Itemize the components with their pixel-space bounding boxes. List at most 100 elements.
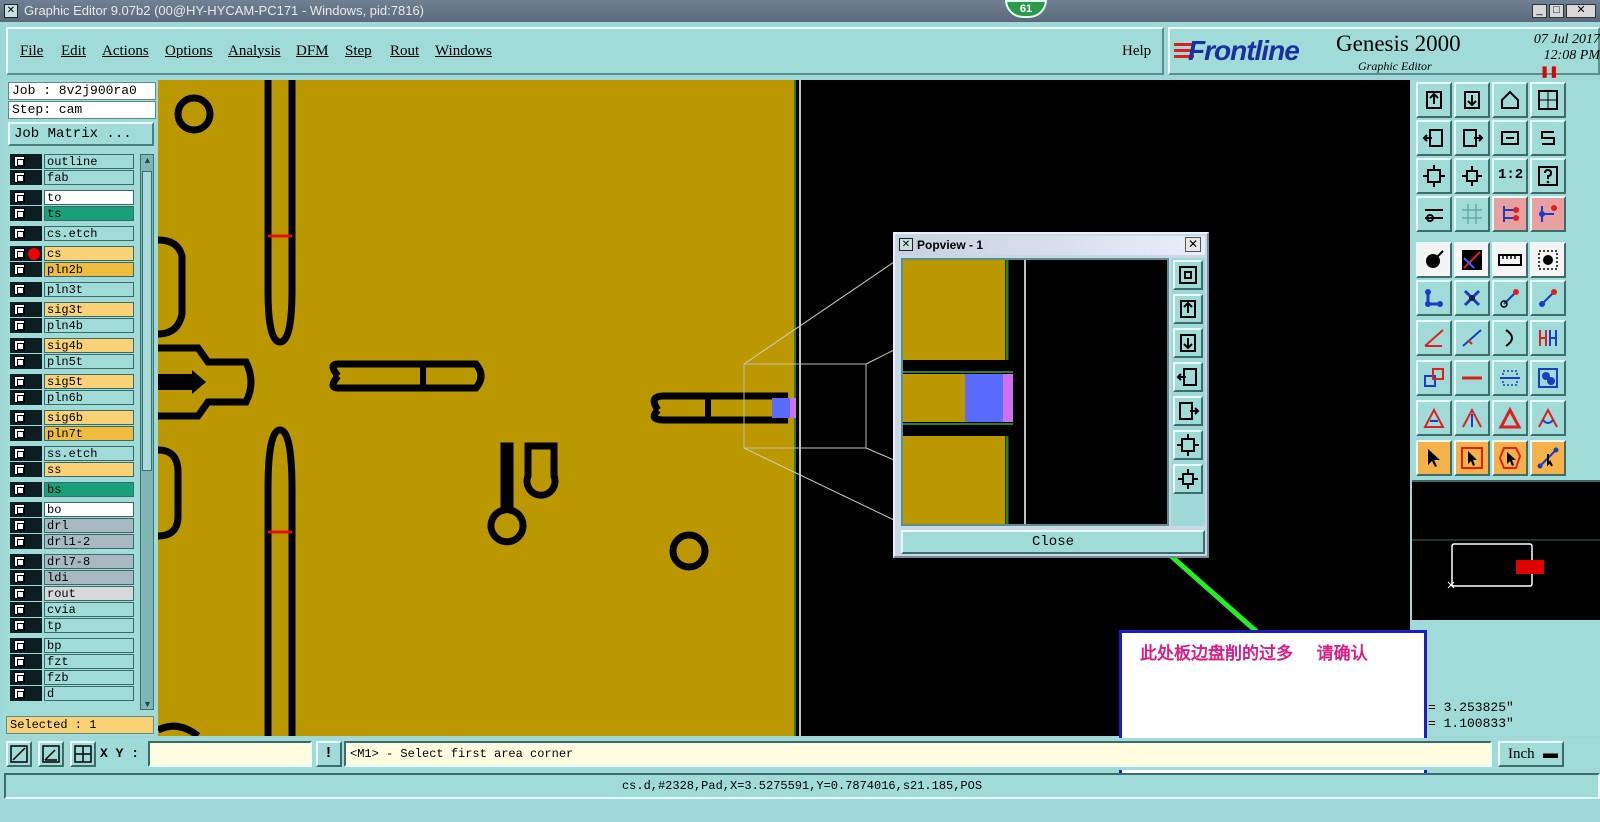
menu-edit[interactable]: Edit (61, 43, 86, 60)
menu-options[interactable]: Options (165, 43, 213, 60)
zoom-center-icon[interactable] (1454, 158, 1490, 194)
overview-minimap[interactable] (1412, 480, 1600, 620)
xy-input[interactable] (148, 741, 312, 767)
menu-analysis[interactable]: Analysis (228, 43, 281, 60)
layer-checkbox[interactable] (14, 604, 25, 615)
help-question-icon[interactable] (1530, 158, 1566, 194)
popview-zoom-in-icon[interactable] (1173, 294, 1203, 324)
layer-row-bo[interactable]: bo (10, 502, 134, 517)
layer-name[interactable]: outline (44, 154, 134, 169)
minimize-button[interactable]: _ (1532, 4, 1547, 18)
arc-tool-icon[interactable] (1492, 320, 1528, 356)
delete-node-icon[interactable] (1454, 280, 1490, 316)
select-pointer-icon[interactable] (1416, 440, 1452, 476)
layer-row-pln4b[interactable]: pln4b (10, 318, 134, 333)
snap-center-icon[interactable] (70, 741, 96, 767)
measure-tool-icon[interactable] (1416, 196, 1452, 232)
layer-checkbox[interactable] (14, 620, 25, 631)
layer-checkbox[interactable] (14, 156, 25, 167)
snap-net-icon[interactable] (1492, 196, 1528, 232)
layer-checkbox[interactable] (14, 672, 25, 683)
surface-outline-icon[interactable] (1492, 400, 1528, 436)
layer-name[interactable]: fab (44, 170, 134, 185)
popview-zoom-out-icon[interactable] (1173, 328, 1203, 358)
layer-row-pln5t[interactable]: pln5t (10, 354, 134, 369)
pan-right-icon[interactable] (1454, 120, 1490, 156)
snap-angle-icon[interactable] (38, 741, 64, 767)
layer-checkbox[interactable] (14, 412, 25, 423)
popview-pan-left-icon[interactable] (1173, 362, 1203, 392)
layer-checkbox[interactable] (14, 656, 25, 667)
layer-row-pln2b[interactable]: pln2b (10, 262, 134, 277)
connect-nodes-icon[interactable] (1416, 280, 1452, 316)
select-in-box-icon[interactable] (1454, 440, 1490, 476)
grid-toggle-icon[interactable] (1454, 196, 1490, 232)
snap-point-icon[interactable] (1530, 196, 1566, 232)
layer-name[interactable]: fzt (44, 654, 134, 669)
layer-checkbox[interactable] (14, 392, 25, 403)
home-view-icon[interactable] (1492, 82, 1528, 118)
layer-name[interactable]: tp (44, 618, 134, 633)
layer-row-d[interactable]: d (10, 686, 134, 701)
zoom-fit-icon[interactable] (1416, 158, 1452, 194)
layer-checkbox[interactable] (14, 448, 25, 459)
window-close-button[interactable]: ✕ (1566, 4, 1596, 18)
layer-row-sig3t[interactable]: sig3t (10, 302, 134, 317)
select-area-icon[interactable] (1530, 242, 1566, 278)
layer-row-pln3t[interactable]: pln3t (10, 282, 134, 297)
add-node-icon[interactable] (1530, 280, 1566, 316)
grid-view-icon[interactable] (1530, 82, 1566, 118)
layer-name[interactable]: bs (44, 482, 134, 497)
layer-name[interactable]: bp (44, 638, 134, 653)
layer-row-sig4b[interactable]: sig4b (10, 338, 134, 353)
scroll-down-icon[interactable]: ▼ (143, 699, 152, 709)
layer-name[interactable]: to (44, 190, 134, 205)
layer-checkbox[interactable] (14, 340, 25, 351)
layer-checkbox[interactable] (14, 536, 25, 547)
layer-checkbox[interactable] (14, 192, 25, 203)
layer-checkbox[interactable] (14, 284, 25, 295)
layer-row-drl7-8[interactable]: drl7-8 (10, 554, 134, 569)
layer-row-to[interactable]: to (10, 190, 134, 205)
layer-row-pln6b[interactable]: pln6b (10, 390, 134, 405)
layer-row-ts[interactable]: ts (10, 206, 134, 221)
layer-name[interactable]: bo (44, 502, 134, 517)
selected-pad[interactable] (772, 398, 790, 418)
layer-row-ss.etch[interactable]: ss.etch (10, 446, 134, 461)
menu-step[interactable]: Step (345, 43, 372, 60)
layer-row-tp[interactable]: tp (10, 618, 134, 633)
warning-icon[interactable]: ! (316, 741, 342, 767)
layer-row-fzb[interactable]: fzb (10, 670, 134, 685)
scroll-up-icon[interactable]: ▲ (143, 155, 152, 165)
layer-checkbox[interactable] (14, 208, 25, 219)
layer-checkbox[interactable] (14, 248, 25, 259)
layer-checkbox[interactable] (14, 588, 25, 599)
cut-tool-icon[interactable] (1454, 242, 1490, 278)
layer-row-outline[interactable]: outline (10, 154, 134, 169)
pause-icon[interactable]: ❚❚ (1540, 65, 1558, 78)
layer-name[interactable]: sig4b (44, 338, 134, 353)
move-node-icon[interactable] (1492, 280, 1528, 316)
layer-name[interactable]: ldi (44, 570, 134, 585)
pad-edit-icon[interactable] (1416, 242, 1452, 278)
layer-name[interactable]: cvia (44, 602, 134, 617)
layer-row-sig6b[interactable]: sig6b (10, 410, 134, 425)
popview-center-icon[interactable] (1173, 464, 1203, 494)
layer-row-fzt[interactable]: fzt (10, 654, 134, 669)
menu-file[interactable]: File (20, 43, 43, 60)
menu-actions[interactable]: Actions (102, 43, 149, 60)
layer-checkbox[interactable] (14, 520, 25, 531)
layer-row-drl1-2[interactable]: drl1-2 (10, 534, 134, 549)
layer-checkbox[interactable] (14, 572, 25, 583)
units-selector[interactable]: Inch ▬ (1498, 741, 1564, 767)
fillet-icon[interactable] (1530, 320, 1566, 356)
popview-close-button[interactable]: Close (901, 530, 1205, 554)
popview-window[interactable]: Popview - 1 ✕ ✕ Close (893, 232, 1209, 558)
move-copy-icon[interactable] (1416, 360, 1452, 396)
popview-canvas[interactable] (901, 258, 1169, 526)
job-matrix-button[interactable]: Job Matrix ... (8, 122, 154, 146)
layer-checkbox[interactable] (14, 556, 25, 567)
popview-titlebar[interactable]: Popview - 1 (897, 236, 1205, 255)
layer-list-scrollbar[interactable]: ▲ ▼ (140, 154, 154, 710)
layer-name[interactable]: pln3t (44, 282, 134, 297)
